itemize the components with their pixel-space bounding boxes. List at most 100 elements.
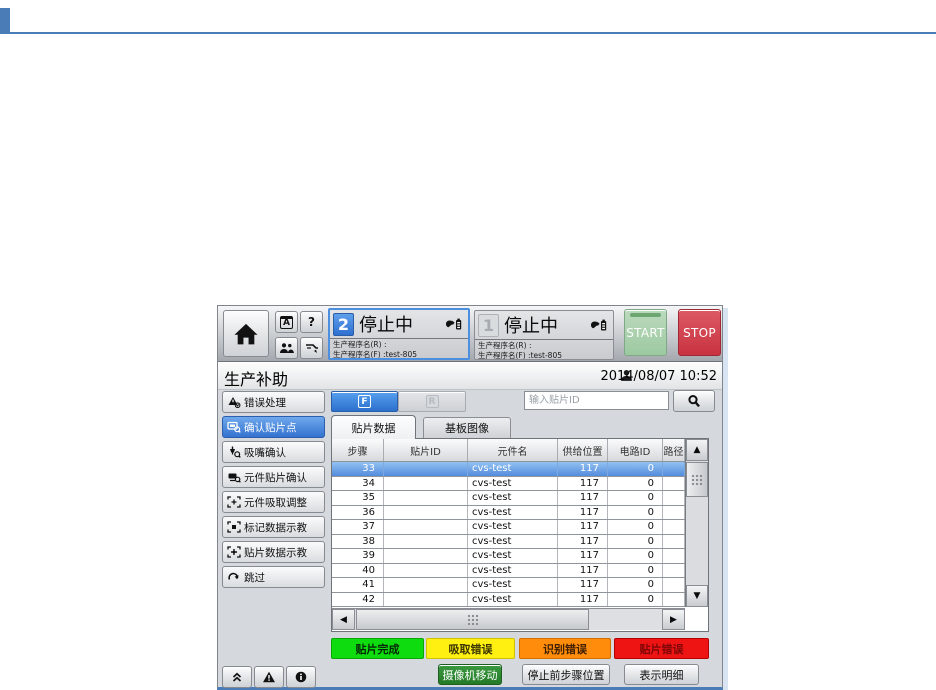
sidebar-item-confirm-placement-point[interactable]: 确认贴片点	[222, 416, 325, 438]
table-cell: 0	[608, 578, 663, 592]
machine-status-rear-top: 1 停止中	[475, 311, 613, 340]
rear-icon: R	[425, 395, 439, 408]
table-cell: 117	[558, 534, 608, 548]
table-cell: 35	[332, 491, 384, 505]
table-row[interactable]: 38 cvs-test 117 0	[332, 534, 685, 549]
sidebar-item-placement-data-teach[interactable]: 贴片数据示教	[222, 541, 325, 563]
table-row[interactable]: 34 cvs-test 117 0	[332, 476, 685, 491]
table-cell: 0	[608, 592, 663, 606]
table-row[interactable]: 40 cvs-test 117 0	[332, 563, 685, 578]
sidebar-item-label: 确认贴片点	[244, 421, 297, 434]
feeder-setup-button[interactable]	[300, 337, 323, 359]
table-cell	[384, 476, 468, 490]
column-header[interactable]: 步骤	[332, 439, 384, 461]
machine-status-front[interactable]: 2 停止中 生产程序名(R) : 生产程序名(F) :test-805	[328, 308, 470, 360]
show-detail-button[interactable]: 表示明细	[624, 664, 699, 685]
slide-divider-line	[0, 32, 936, 34]
arrow-right-icon: ▶	[670, 614, 677, 625]
camera-move-button[interactable]: 摄像机移动	[438, 664, 502, 685]
table-cell	[663, 563, 685, 577]
column-header[interactable]: 元件名	[468, 439, 558, 461]
machine-number-badge: 1	[478, 313, 499, 337]
scroll-down-button[interactable]: ▼	[686, 585, 708, 607]
table-cell	[663, 534, 685, 548]
start-button-label: START	[626, 325, 665, 340]
scroll-left-button[interactable]: ◀	[332, 609, 355, 630]
column-header[interactable]: 贴片ID	[384, 439, 468, 461]
table-cell	[663, 462, 685, 476]
confirm-placement-icon	[227, 421, 241, 433]
legend-placement-error[interactable]: 贴片错误	[614, 638, 709, 659]
thumb-grip	[691, 473, 703, 486]
tab-placement-data[interactable]: 贴片数据	[331, 415, 416, 439]
table-cell: cvs-test	[468, 476, 558, 490]
feeder-icon	[305, 342, 319, 354]
home-button[interactable]	[223, 310, 269, 357]
language-button[interactable]: A	[275, 311, 298, 333]
collapse-icon	[231, 671, 243, 683]
start-button[interactable]: START	[624, 309, 667, 356]
table-row[interactable]: 37 cvs-test 117 0	[332, 520, 685, 535]
sidebar-item-skip[interactable]: 跳过	[222, 566, 325, 588]
table-cell: 42	[332, 592, 384, 606]
table-cell: 39	[332, 549, 384, 563]
vertical-scroll-thumb[interactable]	[686, 462, 708, 497]
sidebar-item-label: 元件吸取调整	[244, 496, 307, 509]
program-name-r: 生产程序名(R) :	[478, 341, 532, 350]
table-header-row: 步骤 贴片ID 元件名 供给位置 电路ID 路径	[332, 439, 685, 462]
tab-board-image[interactable]: 基板图像	[423, 417, 511, 439]
table-cell: cvs-test	[468, 534, 558, 548]
machine-status-front-top: 2 停止中	[330, 310, 468, 339]
legend-pickup-error[interactable]: 吸取错误	[426, 638, 515, 659]
table-row[interactable]: 33 cvs-test 117 0	[332, 462, 685, 477]
sidebar-item-component-placement-confirm[interactable]: 元件贴片确认	[222, 466, 325, 488]
table-cell	[384, 534, 468, 548]
table-cell	[663, 520, 685, 534]
table-cell	[384, 520, 468, 534]
table-cell	[384, 549, 468, 563]
panel-body: 错误处理 确认贴片点 吸嘴确认 元件贴片确认 元件吸取调整 标记数据示教 贴片数据示教 跳过 …	[218, 390, 722, 688]
column-header[interactable]: 电路ID	[608, 439, 663, 461]
table-cell: 117	[558, 563, 608, 577]
pickup-adjust-icon	[227, 496, 241, 508]
column-header[interactable]: 供给位置	[558, 439, 608, 461]
horizontal-scrollbar[interactable]: ◀ ▶	[332, 608, 685, 630]
table-cell	[384, 592, 468, 606]
sidebar-item-component-pickup-adjust[interactable]: 元件吸取调整	[222, 491, 325, 513]
table-row[interactable]: 39 cvs-test 117 0	[332, 549, 685, 564]
tab-rear[interactable]: R	[398, 391, 466, 412]
machine-status-rear[interactable]: 1 停止中 生产程序名(R) : 生产程序名(F) :test-805	[474, 310, 614, 360]
scroll-right-button[interactable]: ▶	[662, 609, 685, 630]
horizontal-scroll-thumb[interactable]	[356, 609, 589, 630]
column-header[interactable]: 路径	[663, 439, 685, 461]
sidebar-item-label: 错误处理	[244, 396, 286, 409]
tab-front[interactable]: F	[331, 391, 398, 412]
collapse-button[interactable]	[222, 666, 252, 688]
scroll-up-button[interactable]: ▲	[686, 439, 708, 461]
table-cell: 117	[558, 491, 608, 505]
thumb-grip	[466, 613, 479, 626]
sidebar-item-label: 元件贴片确认	[244, 471, 307, 484]
table-row[interactable]: 36 cvs-test 117 0	[332, 505, 685, 520]
stop-button[interactable]: STOP	[678, 309, 721, 356]
sidebar-item-error-handling[interactable]: 错误处理	[222, 391, 325, 413]
table-row[interactable]: 42 cvs-test 117 0	[332, 592, 685, 607]
legend-placement-complete[interactable]: 贴片完成	[331, 638, 424, 659]
sidebar-item-nozzle-confirm[interactable]: 吸嘴确认	[222, 441, 325, 463]
table-cell: 0	[608, 462, 663, 476]
legend-recognition-error[interactable]: 识别错误	[519, 638, 611, 659]
sidebar-item-mark-data-teach[interactable]: 标记数据示教	[222, 516, 325, 538]
pre-stop-step-position-button[interactable]: 停止前步骤位置	[522, 664, 610, 685]
table-row[interactable]: 35 cvs-test 117 0	[332, 491, 685, 506]
table-cell: 34	[332, 476, 384, 490]
search-button[interactable]	[673, 390, 715, 412]
help-icon: ?	[308, 315, 315, 329]
placement-id-input[interactable]	[524, 391, 669, 410]
alarm-button[interactable]	[254, 666, 284, 688]
table-row[interactable]: 41 cvs-test 117 0	[332, 578, 685, 593]
help-button[interactable]: ?	[300, 311, 323, 333]
info-button[interactable]	[286, 666, 316, 688]
table-cell: 0	[608, 491, 663, 505]
operators-button[interactable]	[275, 337, 298, 359]
vertical-scrollbar[interactable]: ▲ ▼	[685, 439, 708, 607]
